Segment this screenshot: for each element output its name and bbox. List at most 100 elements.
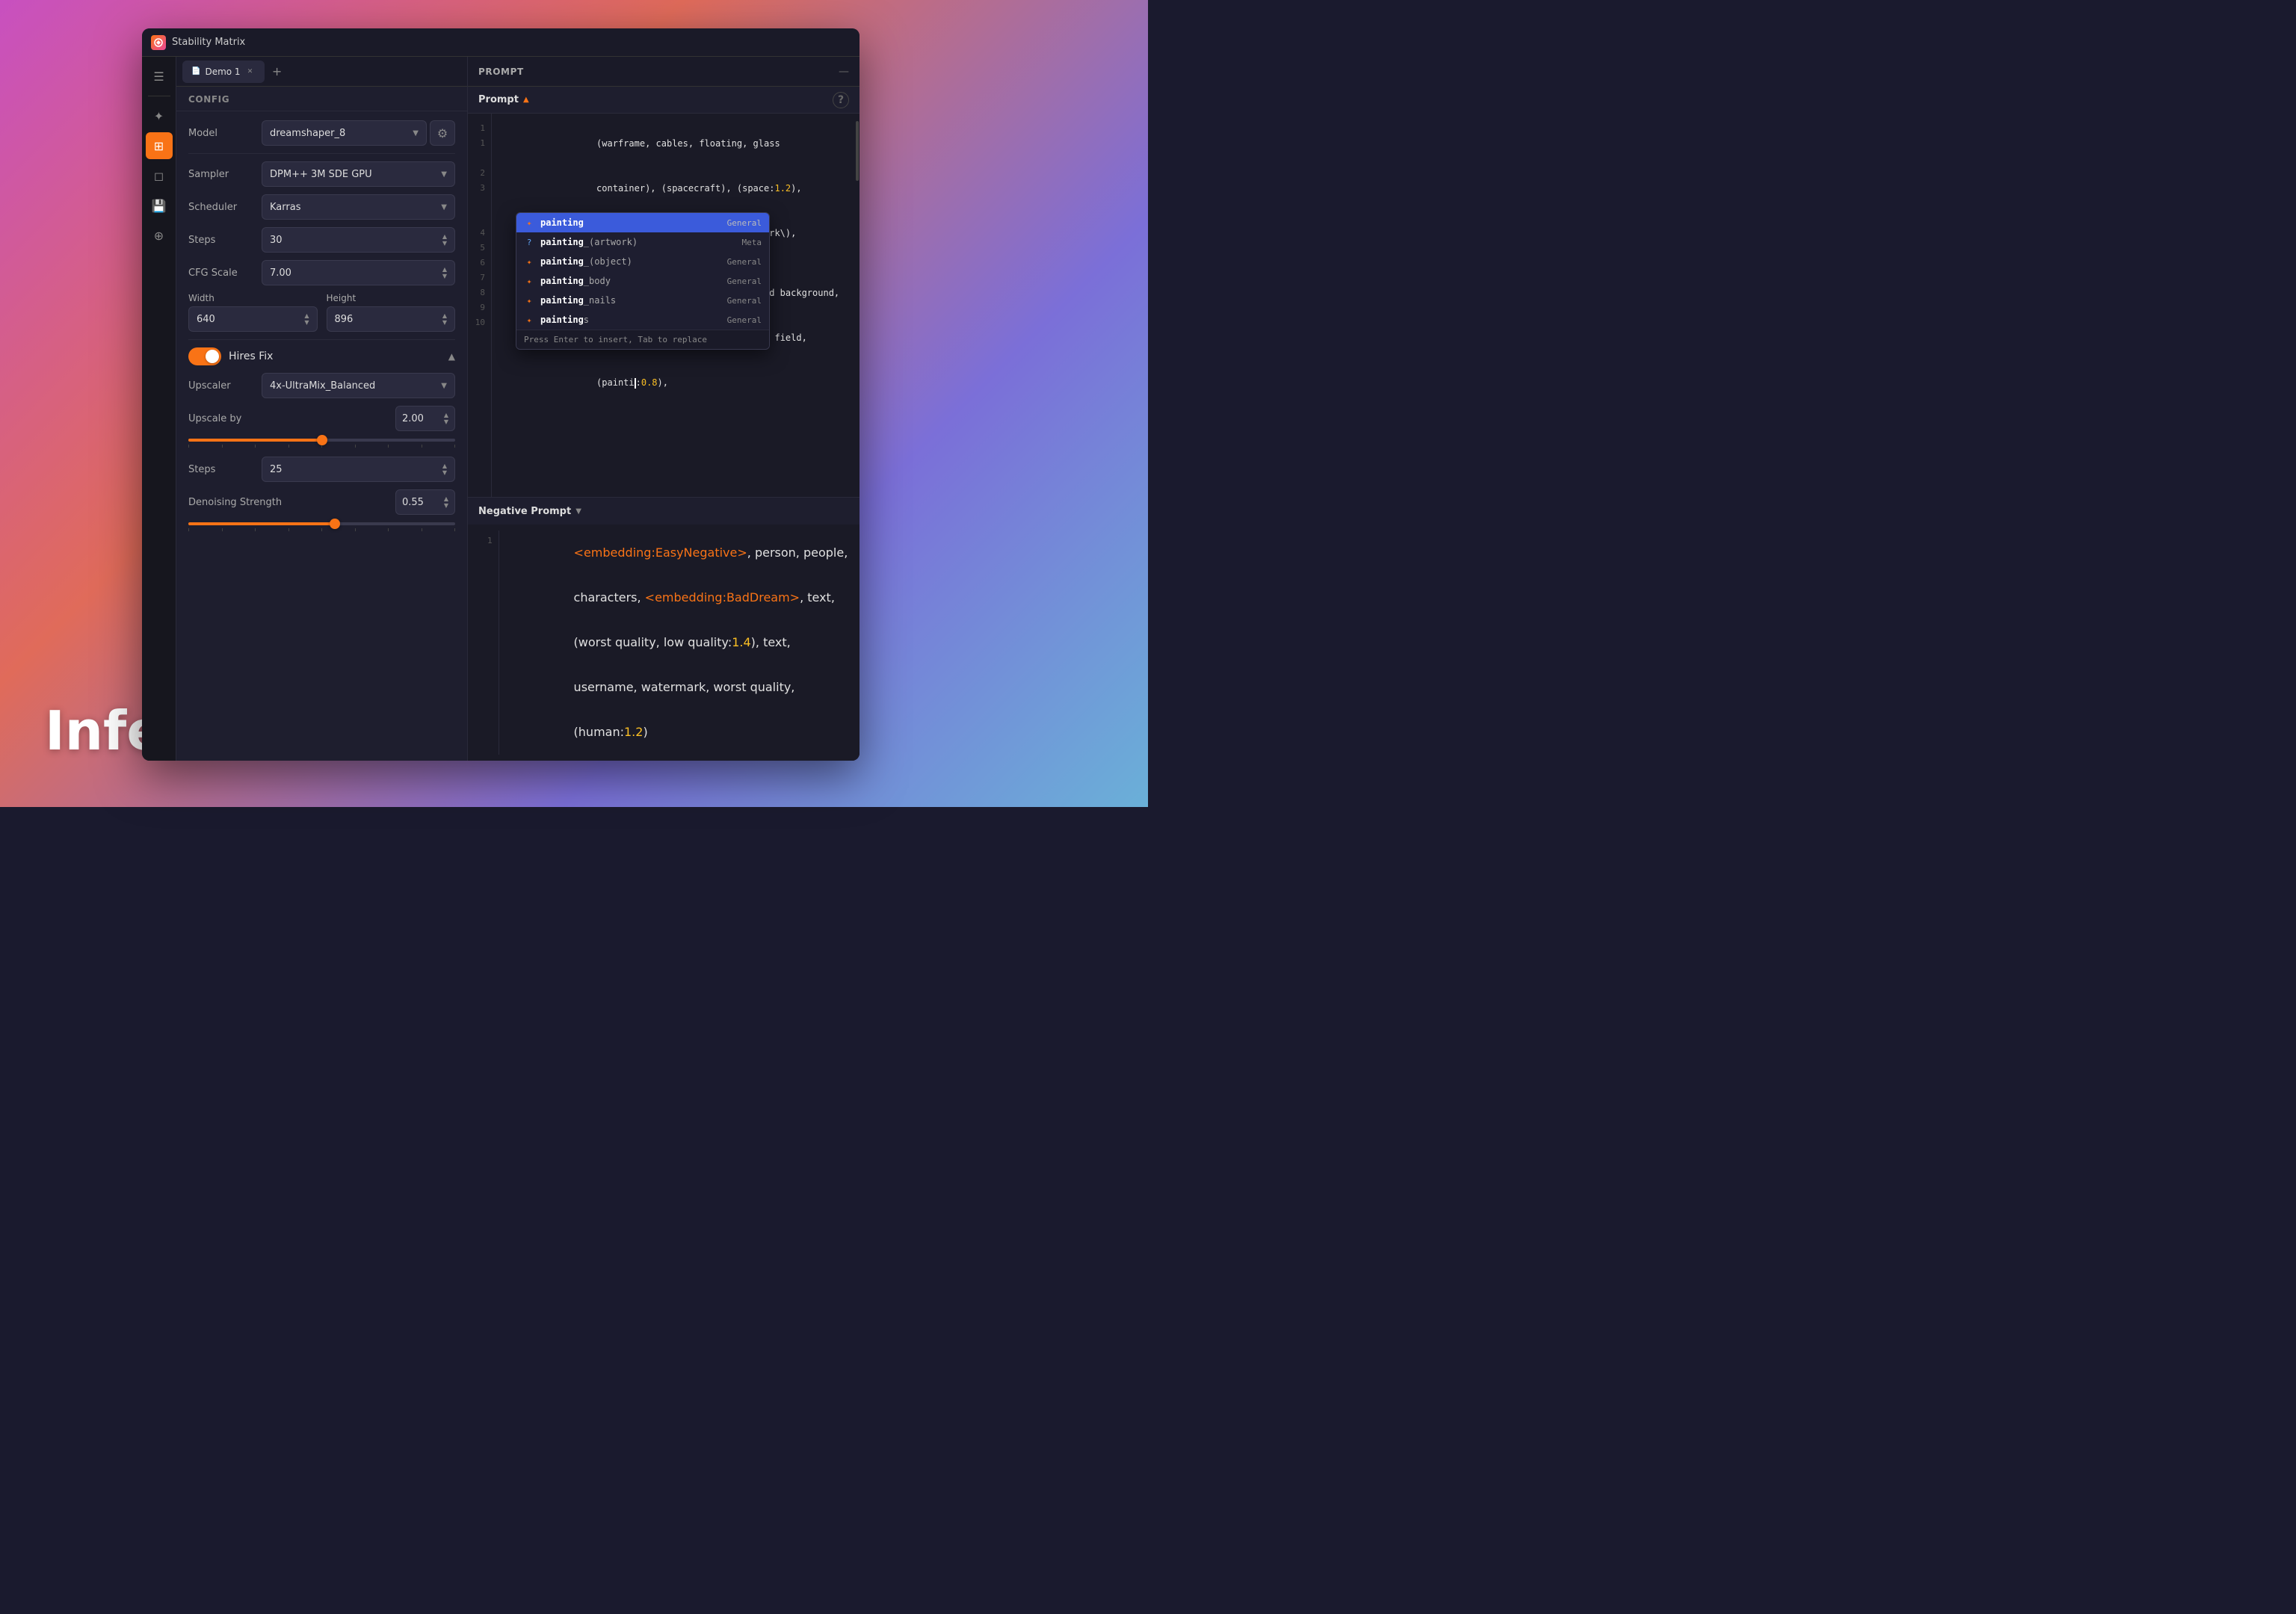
autocomplete-rest-2: _(object)	[584, 256, 632, 267]
code-content[interactable]: (warframe, cables, floating, glass conta…	[492, 114, 860, 497]
autocomplete-item-2[interactable]: ✦ painting_(object) General	[516, 252, 769, 271]
steps-down-arrow[interactable]: ▼	[442, 241, 447, 247]
upscale-up[interactable]: ▲	[444, 412, 448, 418]
upscale-by-slider[interactable]	[188, 439, 455, 448]
height-up-arrow[interactable]: ▲	[442, 313, 447, 319]
sidebar-grid-btn[interactable]: ⊞	[146, 132, 173, 159]
cfg-down-arrow[interactable]: ▼	[442, 273, 447, 279]
tick-6	[355, 445, 356, 448]
negative-code-lines: 1 <embedding:EasyNegative>, person, peop…	[475, 531, 852, 755]
prompt-scrollbar[interactable]	[855, 114, 860, 497]
height-down-arrow[interactable]: ▼	[442, 320, 447, 326]
d-tick-1	[188, 528, 189, 531]
denoising-slider[interactable]	[188, 522, 455, 531]
autocomplete-item-0[interactable]: ✦ painting General	[516, 213, 769, 232]
width-label: Width	[188, 293, 318, 303]
d-tick-7	[388, 528, 389, 531]
prompt-title: Prompt ▲	[478, 94, 529, 105]
sidebar-box-btn[interactable]: ◻	[146, 162, 173, 189]
hires-collapse-arrow[interactable]: ▲	[448, 351, 455, 362]
denoising-slider-fill	[188, 522, 335, 525]
steps-control: 30 ▲ ▼	[262, 227, 455, 253]
cfg-scale-stepper[interactable]: 7.00 ▲ ▼	[262, 260, 455, 285]
code-lines-container: 1 1 2 3 4 5 6 7 8 9 10	[468, 114, 860, 497]
neg-num-1: 1.4	[732, 635, 750, 649]
tab-demo1[interactable]: 📄 Demo 1 ✕	[182, 61, 265, 83]
steps-stepper[interactable]: 30 ▲ ▼	[262, 227, 455, 253]
sidebar-star-btn[interactable]: ✦	[146, 102, 173, 129]
sidebar: ☰ ✦ ⊞ ◻ 💾 ⊕	[142, 57, 176, 761]
autocomplete-match-3: painting	[540, 276, 584, 286]
width-input[interactable]: 640 ▲ ▼	[188, 306, 318, 332]
tick-4	[288, 445, 289, 448]
sampler-arrow: ▼	[441, 170, 447, 179]
code-text-3g: 0.8	[641, 377, 658, 388]
autocomplete-item-1[interactable]: ? painting_(artwork) Meta	[516, 232, 769, 252]
negative-prompt-arrow-icon[interactable]: ▼	[575, 507, 581, 516]
d-tick-2	[222, 528, 223, 531]
height-input[interactable]: 896 ▲ ▼	[327, 306, 456, 332]
denoising-down[interactable]: ▼	[444, 503, 448, 509]
tick-1	[188, 445, 189, 448]
upscale-slider-thumb[interactable]	[317, 435, 327, 445]
hires-steps-stepper[interactable]: 25 ▲ ▼	[262, 457, 455, 482]
denoising-slider-thumb[interactable]	[330, 519, 340, 529]
tab-close-btn[interactable]: ✕	[245, 67, 256, 77]
negative-prompt-content[interactable]: 1 <embedding:EasyNegative>, person, peop…	[468, 525, 860, 761]
steps-up-arrow[interactable]: ▲	[442, 234, 447, 240]
upscaler-dropdown[interactable]: 4x-UltraMix_Balanced ▼	[262, 373, 455, 398]
sidebar-menu-btn[interactable]: ☰	[146, 63, 173, 90]
neg-text-3: , text,	[800, 590, 835, 605]
autocomplete-item-5[interactable]: ✦ paintings General	[516, 310, 769, 330]
autocomplete-text-0: painting	[540, 217, 721, 228]
scheduler-value: Karras	[270, 202, 300, 213]
hires-steps-down[interactable]: ▼	[442, 470, 447, 476]
autocomplete-text-3: painting_body	[540, 276, 721, 286]
width-down-arrow[interactable]: ▼	[304, 320, 309, 326]
code-editor[interactable]: 1 1 2 3 4 5 6 7 8 9 10	[468, 114, 860, 497]
d-tick-5	[321, 528, 322, 531]
denoising-up[interactable]: ▲	[444, 496, 448, 502]
toggle-thumb	[206, 350, 219, 363]
autocomplete-match-0: painting	[540, 217, 584, 228]
autocomplete-cat-0: General	[727, 218, 762, 228]
sampler-dropdown[interactable]: DPM++ 3M SDE GPU ▼	[262, 161, 455, 187]
hires-steps-row: Steps 25 ▲ ▼	[188, 457, 455, 482]
negative-prompt-header: Negative Prompt ▼	[468, 498, 860, 525]
upscale-by-input[interactable]: 2.00 ▲ ▼	[395, 406, 455, 431]
autocomplete-q-1: ?	[524, 237, 534, 247]
autocomplete-item-4[interactable]: ✦ painting_nails General	[516, 291, 769, 310]
autocomplete-item-3[interactable]: ✦ painting_body General	[516, 271, 769, 291]
code-line-5	[499, 420, 852, 435]
scheduler-row: Scheduler Karras ▼	[188, 194, 455, 220]
hires-steps-up[interactable]: ▲	[442, 463, 447, 469]
neg-text-1: , person, people,	[747, 545, 848, 560]
steps-arrows: ▲ ▼	[442, 234, 447, 247]
scheduler-dropdown[interactable]: Karras ▼	[262, 194, 455, 220]
hires-steps-label: Steps	[188, 464, 256, 475]
model-dropdown[interactable]: dreamshaper_8 ▼	[262, 120, 427, 146]
autocomplete-match-1: painting	[540, 237, 584, 247]
sidebar-save-btn[interactable]: 💾	[146, 192, 173, 219]
prompt-help-btn[interactable]: ?	[833, 92, 849, 108]
denoising-input[interactable]: 0.55 ▲ ▼	[395, 489, 455, 515]
sidebar-puzzle-btn[interactable]: ⊕	[146, 222, 173, 249]
tick-9	[454, 445, 455, 448]
tab-add-btn[interactable]: +	[268, 62, 287, 81]
upscale-by-value: 2.00	[402, 413, 424, 424]
model-settings-btn[interactable]: ⚙	[430, 120, 455, 146]
hires-fix-toggle[interactable]	[188, 347, 221, 365]
hires-fix-label: Hires Fix	[229, 350, 273, 362]
panel-collapse-btn[interactable]: —	[839, 66, 849, 78]
upscale-slider-fill	[188, 439, 322, 442]
code-text-1b: container), (spacecraft), (space:	[596, 183, 774, 194]
line-num-8: 7	[471, 270, 488, 285]
cfg-up-arrow[interactable]: ▲	[442, 267, 447, 273]
width-up-arrow[interactable]: ▲	[304, 313, 309, 319]
upscale-down[interactable]: ▼	[444, 419, 448, 425]
code-text-1: (warframe, cables, floating, glass	[596, 138, 780, 149]
neg-code-line-3: (worst quality, low quality:1.4), text,	[505, 620, 852, 665]
tick-7	[388, 445, 389, 448]
autocomplete-rest-1: _(artwork)	[584, 237, 638, 247]
prompt-editor-section: Prompt ▲ ? 1 1 2 3	[468, 87, 860, 497]
